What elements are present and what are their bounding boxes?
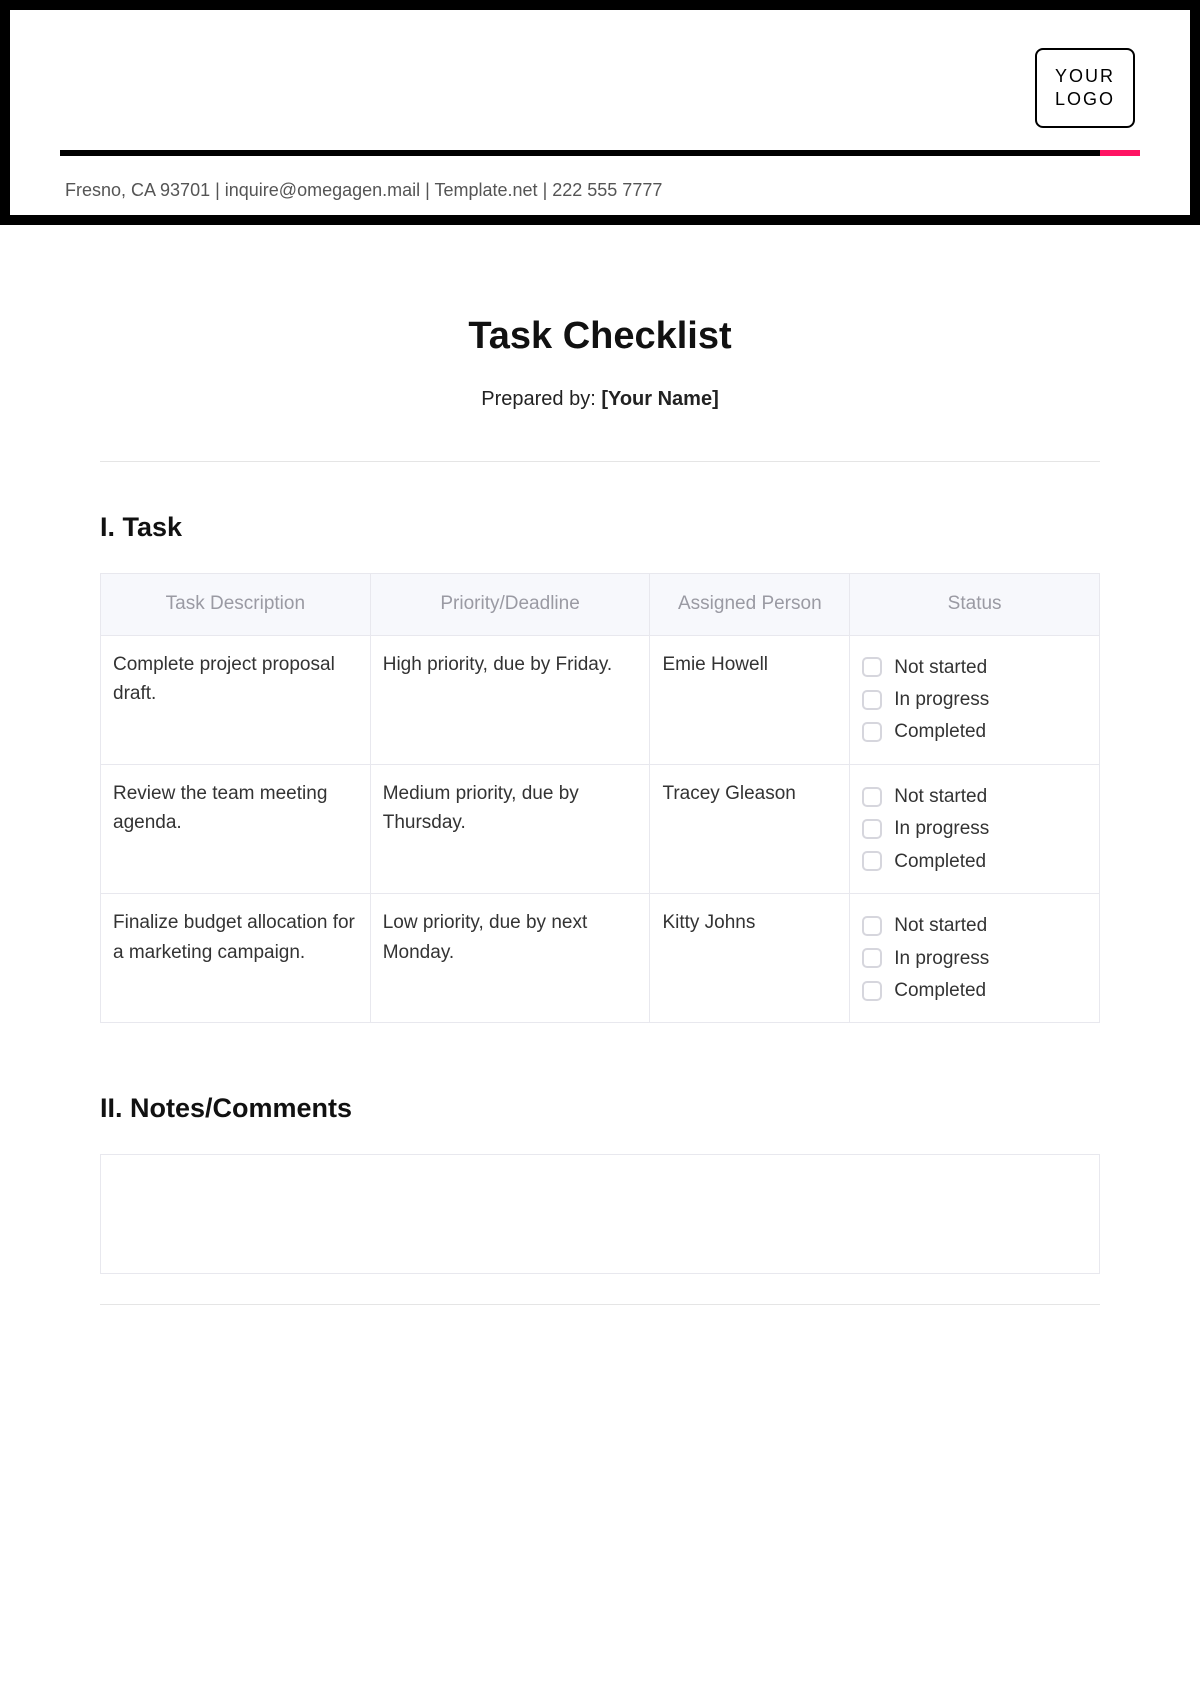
col-header-status: Status — [850, 574, 1100, 636]
status-label: Not started — [894, 782, 987, 811]
status-label: Completed — [894, 717, 986, 746]
section-notes-heading: II. Notes/Comments — [100, 1093, 1100, 1124]
cell-desc: Finalize budget allocation for a marketi… — [101, 894, 371, 1023]
logo-placeholder: YOUR LOGO — [1035, 48, 1135, 128]
status-label: Not started — [894, 653, 987, 682]
prepared-by-line: Prepared by: [Your Name] — [100, 388, 1100, 411]
checkbox-icon[interactable] — [862, 851, 882, 871]
notes-input-area[interactable] — [100, 1154, 1100, 1274]
status-label: In progress — [894, 685, 989, 714]
cell-status: Not started In progress Completed — [850, 764, 1100, 893]
checkbox-icon[interactable] — [862, 916, 882, 936]
document-body: Task Checklist Prepared by: [Your Name] … — [0, 225, 1200, 1305]
contact-info: Fresno, CA 93701 | inquire@omegagen.mail… — [65, 180, 662, 201]
cell-priority: High priority, due by Friday. — [370, 635, 650, 764]
table-row: Complete project proposal draft. High pr… — [101, 635, 1100, 764]
status-label: In progress — [894, 814, 989, 843]
cell-assigned: Tracey Gleason — [650, 764, 850, 893]
table-row: Finalize budget allocation for a marketi… — [101, 894, 1100, 1023]
header-divider — [60, 150, 1140, 156]
checkbox-icon[interactable] — [862, 690, 882, 710]
checkbox-icon[interactable] — [862, 981, 882, 1001]
section-task-heading: I. Task — [100, 512, 1100, 543]
cell-desc: Review the team meeting agenda. — [101, 764, 371, 893]
col-header-desc: Task Description — [101, 574, 371, 636]
logo-text-2: LOGO — [1055, 89, 1115, 109]
cell-status: Not started In progress Completed — [850, 635, 1100, 764]
checkbox-icon[interactable] — [862, 948, 882, 968]
cell-status: Not started In progress Completed — [850, 894, 1100, 1023]
cell-desc: Complete project proposal draft. — [101, 635, 371, 764]
status-label: In progress — [894, 944, 989, 973]
task-table: Task Description Priority/Deadline Assig… — [100, 573, 1100, 1023]
cell-priority: Low priority, due by next Monday. — [370, 894, 650, 1023]
prepared-by-label: Prepared by: — [481, 388, 601, 410]
status-label: Completed — [894, 976, 986, 1005]
status-label: Completed — [894, 847, 986, 876]
header-frame: YOUR LOGO Fresno, CA 93701 | inquire@ome… — [0, 0, 1200, 225]
prepared-by-value: [Your Name] — [601, 388, 718, 410]
checkbox-icon[interactable] — [862, 657, 882, 677]
status-label: Not started — [894, 911, 987, 940]
checkbox-icon[interactable] — [862, 722, 882, 742]
cell-assigned: Kitty Johns — [650, 894, 850, 1023]
divider — [100, 1304, 1100, 1305]
cell-priority: Medium priority, due by Thursday. — [370, 764, 650, 893]
table-row: Review the team meeting agenda. Medium p… — [101, 764, 1100, 893]
checkbox-icon[interactable] — [862, 819, 882, 839]
cell-assigned: Emie Howell — [650, 635, 850, 764]
page-title: Task Checklist — [100, 315, 1100, 358]
checkbox-icon[interactable] — [862, 787, 882, 807]
logo-text-1: YOUR — [1055, 66, 1115, 86]
divider — [100, 461, 1100, 462]
col-header-priority: Priority/Deadline — [370, 574, 650, 636]
col-header-assigned: Assigned Person — [650, 574, 850, 636]
